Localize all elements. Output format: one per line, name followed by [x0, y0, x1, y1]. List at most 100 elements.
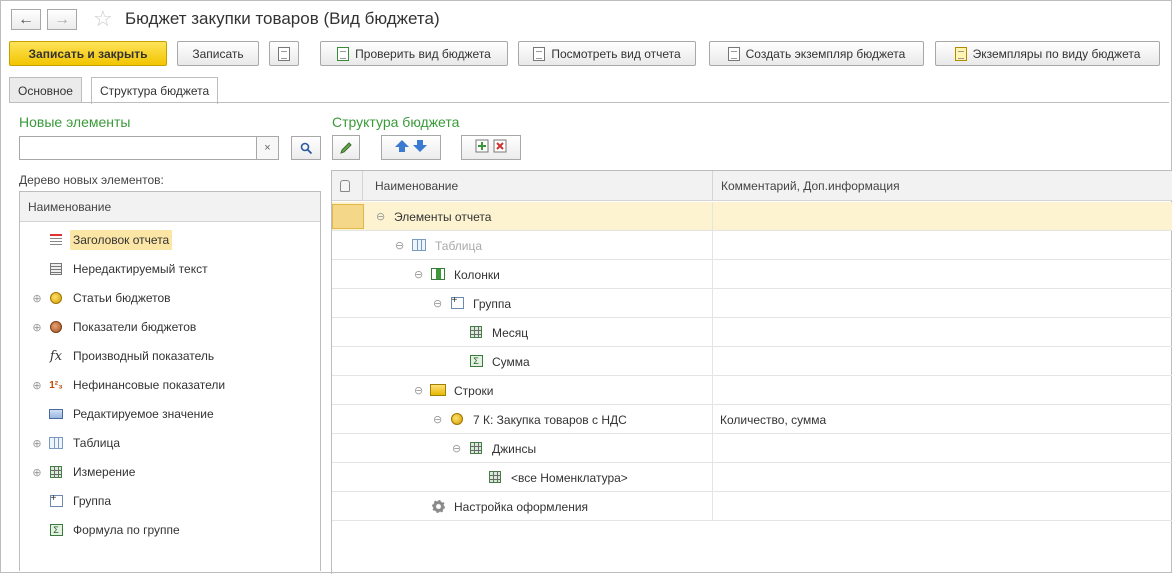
arrow-up-icon: [395, 140, 409, 152]
back-button[interactable]: ←: [11, 9, 41, 30]
column-divider: [712, 463, 713, 492]
collapse-icon[interactable]: ⊖: [414, 260, 423, 289]
tree-item[interactable]: Редактируемое значение: [20, 400, 320, 428]
arrow-right-icon: →: [54, 10, 70, 28]
structure-row[interactable]: ⊖ 7 К: Закупка товаров с НДС Количество, с…: [332, 405, 1172, 434]
favorite-star-icon[interactable]: ☆: [93, 8, 113, 30]
arrow-left-icon: ←: [18, 10, 34, 28]
column-divider: [712, 260, 713, 289]
search-input[interactable]: [19, 136, 257, 160]
view-report-button[interactable]: Посмотреть вид отчета: [518, 41, 696, 66]
add-element-button[interactable]: [474, 138, 490, 157]
tree-item[interactable]: ⊕ Показатели бюджетов: [20, 313, 320, 341]
column-divider: [712, 405, 713, 434]
tab-divider: [9, 102, 1169, 103]
tree-column-header[interactable]: Наименование: [20, 192, 320, 222]
row-name: Месяц: [492, 325, 529, 340]
arrow-down-icon: [413, 140, 427, 152]
row-icon-wrap: [430, 266, 446, 282]
tree-item[interactable]: ⊕ Статьи бюджетов: [20, 284, 320, 312]
structure-row[interactable]: ⊖ Группа: [332, 289, 1172, 318]
columns-icon: [431, 268, 445, 280]
column-divider: [712, 202, 713, 231]
tree-item[interactable]: Группа: [20, 487, 320, 515]
tree-item-icon-wrap: Σ: [48, 522, 64, 538]
sum-icon: Σ: [49, 524, 63, 536]
column-comment[interactable]: Комментарий, Доп.информация: [712, 171, 1172, 201]
structure-row[interactable]: Настройка оформления: [332, 492, 1172, 521]
tree-item-icon-wrap: [48, 232, 64, 248]
text-icon: [50, 263, 62, 275]
collapse-icon[interactable]: ⊖: [395, 231, 404, 260]
search-button[interactable]: [291, 136, 321, 160]
instances-button[interactable]: Экземпляры по виду бюджета: [935, 41, 1160, 66]
row-name: Таблица: [435, 238, 483, 253]
row-name: Настройка оформления: [454, 499, 589, 514]
coins-brown-icon: [50, 321, 62, 333]
edit-button[interactable]: [332, 135, 360, 160]
fx-icon: fx: [49, 348, 63, 364]
collapse-icon[interactable]: ⊖: [452, 434, 461, 463]
tree-label: Дерево новых элементов:: [19, 173, 164, 187]
expand-icon[interactable]: ⊕: [32, 379, 42, 392]
structure-row[interactable]: Месяц: [332, 318, 1172, 347]
structure-table: Наименование Комментарий, Доп.информация…: [331, 170, 1172, 574]
tree-item[interactable]: ⊕ 1²₃ Нефинансовые показатели: [20, 371, 320, 399]
move-down-button[interactable]: [412, 139, 428, 156]
collapse-icon[interactable]: ⊖: [414, 376, 423, 405]
nonfinancial-icon: 1²₃: [49, 379, 63, 391]
table-icon: [49, 437, 63, 449]
collapse-icon[interactable]: ⊖: [376, 202, 385, 231]
check-budget-button[interactable]: Проверить вид бюджета: [320, 41, 508, 66]
column-name[interactable]: Наименование: [362, 171, 712, 201]
delete-icon: [493, 139, 507, 153]
structure-row[interactable]: ⊖ Строки: [332, 376, 1172, 405]
clear-search-button[interactable]: ×: [257, 136, 279, 160]
search-icon: [300, 142, 312, 154]
expand-icon[interactable]: ⊕: [32, 466, 42, 479]
structure-row[interactable]: ⊖ Элементы отчета: [332, 202, 1172, 231]
column-divider: [712, 376, 713, 405]
structure-row[interactable]: ⊖ Колонки: [332, 260, 1172, 289]
row-icon-wrap: [449, 411, 465, 427]
tab-main[interactable]: Основное: [9, 77, 82, 103]
expand-icon[interactable]: ⊕: [32, 321, 42, 334]
column-divider: [712, 492, 713, 521]
tree-item[interactable]: ⊕ Измерение: [20, 458, 320, 486]
expand-icon[interactable]: ⊕: [32, 292, 42, 305]
tree-item[interactable]: Нередактируемый текст: [20, 255, 320, 283]
row-comment: Количество, сумма: [720, 412, 827, 427]
tree-item[interactable]: Σ Формула по группе: [20, 516, 320, 544]
tree-item[interactable]: fx Производный показатель: [20, 342, 320, 370]
row-icon-wrap: [487, 469, 503, 485]
column-divider: [712, 318, 713, 347]
tree-item-label: Группа: [73, 494, 112, 508]
table-icon: [412, 239, 426, 251]
add-icon: [475, 139, 489, 153]
tree-item-icon-wrap: [48, 493, 64, 509]
structure-row[interactable]: ⊖ Джинсы: [332, 434, 1172, 463]
column-settings-icon[interactable]: [340, 180, 350, 192]
save-and-close-button[interactable]: Записать и закрыть: [9, 41, 167, 66]
tree-item-icon-wrap: [48, 319, 64, 335]
tree-item-icon-wrap: fx: [48, 348, 64, 364]
tree-item[interactable]: Заголовок отчета: [20, 226, 320, 254]
window-title: Бюджет закупки товаров (Вид бюджета): [125, 9, 440, 28]
structure-row[interactable]: <все Номенклатура>: [332, 463, 1172, 492]
collapse-icon[interactable]: ⊖: [433, 405, 442, 434]
expand-icon[interactable]: ⊕: [32, 437, 42, 450]
collapse-icon[interactable]: ⊖: [433, 289, 442, 318]
row-icon-wrap: [449, 295, 465, 311]
document-list-button[interactable]: [269, 41, 299, 66]
structure-row[interactable]: Σ Сумма: [332, 347, 1172, 376]
save-button[interactable]: Записать: [177, 41, 259, 66]
tab-budget-structure[interactable]: Структура бюджета: [91, 77, 219, 104]
tree-item[interactable]: ⊕ Таблица: [20, 429, 320, 457]
forward-button[interactable]: →: [47, 9, 77, 30]
create-instance-button[interactable]: Создать экземпляр бюджета: [709, 41, 924, 66]
move-up-button[interactable]: [394, 139, 410, 156]
tree-item-label: Производный показатель: [73, 349, 215, 363]
structure-row[interactable]: ⊖ Таблица: [332, 231, 1172, 260]
create-instance-label: Создать экземпляр бюджета: [745, 46, 906, 61]
delete-element-button[interactable]: [492, 138, 508, 157]
